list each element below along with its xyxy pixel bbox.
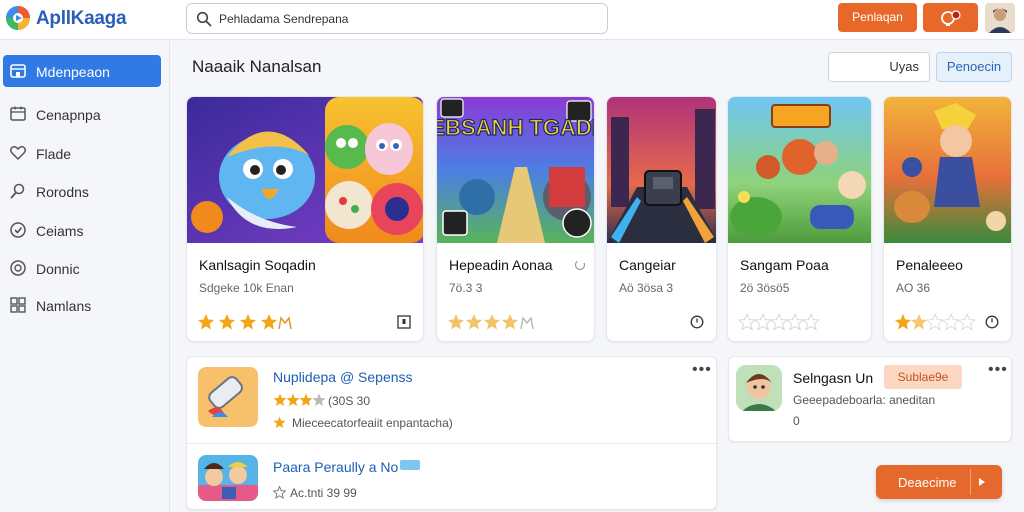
sidebar-item-label: Cenapnpa <box>36 107 101 123</box>
game-meta: 2ö 3ösö5 <box>740 281 790 295</box>
chevron-right-icon[interactable] <box>977 477 987 487</box>
star-outline-icon <box>273 486 286 499</box>
game-artwork <box>884 97 1011 243</box>
new-badge-icon <box>400 460 420 470</box>
sidebar-item-label: Flade <box>36 146 72 162</box>
app-thumbnail <box>198 367 258 427</box>
developer-name: Selngasn Un <box>793 370 874 386</box>
game-meta: AO 36 <box>896 281 931 295</box>
sidebar-item-favorites[interactable]: Flade <box>3 137 161 169</box>
developer-panel: Selngasn Un Sublae9e ••• Geeepadeboarla:… <box>728 356 1012 442</box>
star-rating <box>895 313 977 331</box>
app-rating-text: Ac.tnti 39 99 <box>290 486 357 500</box>
user-avatar[interactable] <box>985 3 1015 33</box>
primary-action-button[interactable]: Penlaqan <box>838 3 917 32</box>
sidebar-item-calendar[interactable]: Cenapnpa <box>3 98 161 130</box>
app-list-panel: Nuplidepa @ Sepenss (30S 30 Mieceecatorf… <box>186 356 717 510</box>
clock-icon[interactable] <box>985 315 999 329</box>
app-rating-text: (30S 30 <box>328 394 371 408</box>
top-bar: ApllKaaga Pehladama Sendrepana Penlaqan <box>0 0 1024 40</box>
app-description: Mieceecatorfeaiit enpantacha) <box>292 416 453 430</box>
sidebar-item-label: Mdenpeaon <box>36 64 110 80</box>
list-item[interactable]: Paara Peraully a No Ac.tnti 39 99 <box>187 445 716 509</box>
game-title: Penaleeeo <box>896 257 963 273</box>
developer-description-extra: 0 <box>793 414 800 428</box>
developer-tag[interactable]: Sublae9e <box>884 365 962 389</box>
game-card[interactable]: Penaleeeo AO 36 <box>883 96 1012 342</box>
game-title: Cangeiar <box>619 257 676 273</box>
game-card[interactable]: Cangeiar Aö 3ösa 3 <box>606 96 717 342</box>
sidebar-item-security[interactable]: Ceiams <box>3 214 161 246</box>
sidebar-item-store[interactable]: Mdenpeaon <box>3 55 161 87</box>
sidebar: Mdenpeaon Cenapnpa Flade Rorodns Ceiams <box>0 41 170 512</box>
list-item[interactable]: Nuplidepa @ Sepenss (30S 30 Mieceecatorf… <box>187 357 716 437</box>
star-rating <box>198 314 292 330</box>
sidebar-item-community[interactable]: Donnic <box>3 252 161 284</box>
divider <box>187 443 716 444</box>
sidebar-item-label: Rorodns <box>36 184 89 200</box>
game-artwork <box>728 97 871 243</box>
search-value: Pehladama Sendrepana <box>219 12 349 26</box>
sidebar-item-label: Donnic <box>36 261 80 277</box>
loading-icon <box>574 259 586 271</box>
developer-avatar[interactable] <box>736 365 782 411</box>
developer-description: Geeepadeboarla: aneditan <box>793 393 936 407</box>
grid-icon <box>10 297 26 313</box>
app-title[interactable]: Nuplidepa @ Sepenss <box>273 369 413 385</box>
game-meta: Aö 3ösa 3 <box>619 281 674 295</box>
app-logo-icon <box>6 6 30 30</box>
storefront-icon <box>10 64 26 78</box>
app-thumbnail <box>198 455 258 501</box>
game-art-title: FEBSANH TGADIO <box>437 115 594 140</box>
game-card[interactable]: FEBSANH TGADIO Hepeadin Aonaa 7ö.3 3 <box>436 96 595 342</box>
heart-icon <box>10 146 26 161</box>
download-button-label: Deaecime <box>898 475 957 490</box>
sidebar-item-label: Namlans <box>36 298 92 314</box>
section-title: Naaaik Nanalsan <box>192 57 322 76</box>
bookmark-icon[interactable] <box>397 315 411 329</box>
clock-icon[interactable] <box>690 315 704 329</box>
game-title: Kanlsagin Soqadin <box>199 257 316 273</box>
game-title: Hepeadin Aonaa <box>449 257 553 273</box>
download-button[interactable]: Deaecime <box>876 465 1002 499</box>
star-rating <box>273 393 325 406</box>
search-icon <box>196 11 212 27</box>
star-icon <box>273 416 286 429</box>
game-artwork <box>187 97 423 243</box>
sidebar-item-categories[interactable]: Namlans <box>3 289 161 321</box>
app-title[interactable]: Paara Peraully a No <box>273 459 398 475</box>
avatar-icon <box>985 3 1015 33</box>
more-options-icon[interactable]: ••• <box>988 361 1008 379</box>
notifications-button[interactable] <box>923 3 978 32</box>
game-meta: 7ö.3 3 <box>449 281 483 295</box>
notification-bell-icon <box>941 10 961 26</box>
game-artwork: FEBSANH TGADIO <box>437 97 594 243</box>
sidebar-item-games[interactable]: Rorodns <box>3 175 161 207</box>
game-card[interactable]: Kanlsagin Soqadin Sdgeke 10k Enan <box>186 96 424 342</box>
game-meta: Sdgeke 10k Enan <box>199 281 294 295</box>
more-options-icon[interactable]: ••• <box>692 361 712 379</box>
shield-icon <box>10 222 26 238</box>
search-input[interactable]: Pehladama Sendrepana <box>186 3 608 34</box>
game-artwork <box>607 97 716 243</box>
gamepad-icon <box>10 183 25 199</box>
filter-button-left[interactable]: Uyas <box>828 52 930 82</box>
button-separator <box>970 469 971 495</box>
star-rating <box>448 314 534 330</box>
calendar-icon <box>10 106 26 121</box>
star-rating <box>738 313 821 331</box>
filter-button-right[interactable]: Penoecin <box>936 52 1012 82</box>
sidebar-item-label: Ceiams <box>36 223 84 239</box>
game-card[interactable]: Sangam Poaa 2ö 3ösö5 <box>727 96 872 342</box>
game-title: Sangam Poaa <box>740 257 829 273</box>
app-title: ApllKaaga <box>36 8 127 29</box>
globe-icon <box>10 260 26 276</box>
